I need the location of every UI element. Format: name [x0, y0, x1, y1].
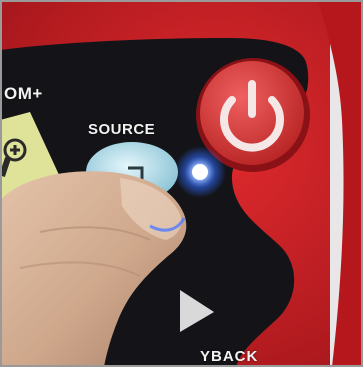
playback-label: YBACK: [200, 348, 259, 365]
remote-control-photo: [0, 0, 363, 367]
power-led: [174, 146, 226, 198]
zoom-plus-label: OM+: [4, 84, 43, 103]
source-label: SOURCE: [88, 121, 156, 138]
